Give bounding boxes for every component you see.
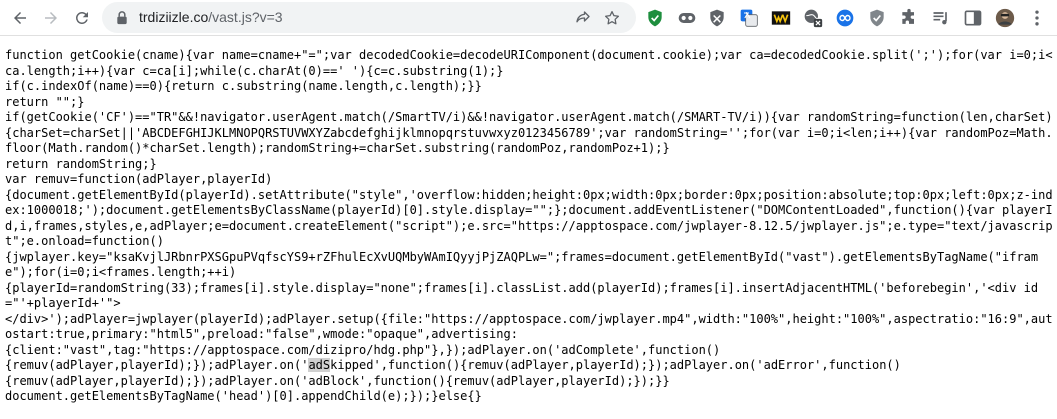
infinity-icon <box>836 9 854 27</box>
kebab-menu-icon <box>1035 10 1039 26</box>
source-code-view: function getCookie(cname){var name=cname… <box>5 48 1055 405</box>
browser-menu-button[interactable] <box>1026 7 1048 29</box>
share-icon <box>576 11 590 23</box>
extension-translate[interactable] <box>738 7 760 29</box>
extension-shield-gray[interactable] <box>706 7 728 29</box>
url-text: trdiziizle.co/vast.js?v=3 <box>139 9 283 25</box>
shield-icon <box>710 9 724 27</box>
arrow-left-icon <box>14 12 26 24</box>
reload-icon <box>75 11 88 24</box>
mask-icon <box>678 13 696 23</box>
url-path: /vast.js?v=3 <box>208 9 283 25</box>
globe-icon <box>804 9 823 28</box>
side-panel-button[interactable] <box>962 7 984 29</box>
extension-mask[interactable] <box>676 7 698 29</box>
translate-icon <box>740 9 758 27</box>
back-button[interactable] <box>7 5 33 31</box>
w-logo-icon <box>771 11 791 25</box>
reload-button[interactable] <box>69 5 95 31</box>
search-highlight: adS <box>308 358 331 372</box>
extension-infinity[interactable] <box>834 7 856 29</box>
puzzle-icon <box>902 8 914 24</box>
browser-toolbar: trdiziizle.co/vast.js?v=3 <box>0 0 1057 36</box>
lock-icon <box>117 11 127 25</box>
extensions-menu-button[interactable] <box>898 7 920 29</box>
star-icon <box>604 10 620 25</box>
url-host: trdiziizle.co <box>139 9 209 25</box>
shield-check-gray-icon <box>870 9 884 27</box>
side-panel-icon <box>964 10 982 26</box>
music-queue-icon <box>933 12 947 25</box>
extension-shield-green[interactable] <box>644 7 666 29</box>
extension-globe[interactable] <box>802 7 824 29</box>
forward-button[interactable] <box>38 5 64 31</box>
media-controls-button[interactable] <box>930 7 952 29</box>
arrow-right-icon <box>45 12 57 24</box>
address-bar[interactable]: trdiziizle.co/vast.js?v=3 <box>102 2 636 33</box>
share-button[interactable] <box>573 8 593 28</box>
extension-w[interactable] <box>770 7 792 29</box>
bookmark-button[interactable] <box>602 8 622 28</box>
avatar-icon <box>995 8 1015 28</box>
code-text: function getCookie(cname){var name=cname… <box>5 48 1053 372</box>
extension-shield-check[interactable] <box>866 7 888 29</box>
shield-check-icon <box>648 9 662 27</box>
profile-avatar[interactable] <box>994 7 1016 29</box>
